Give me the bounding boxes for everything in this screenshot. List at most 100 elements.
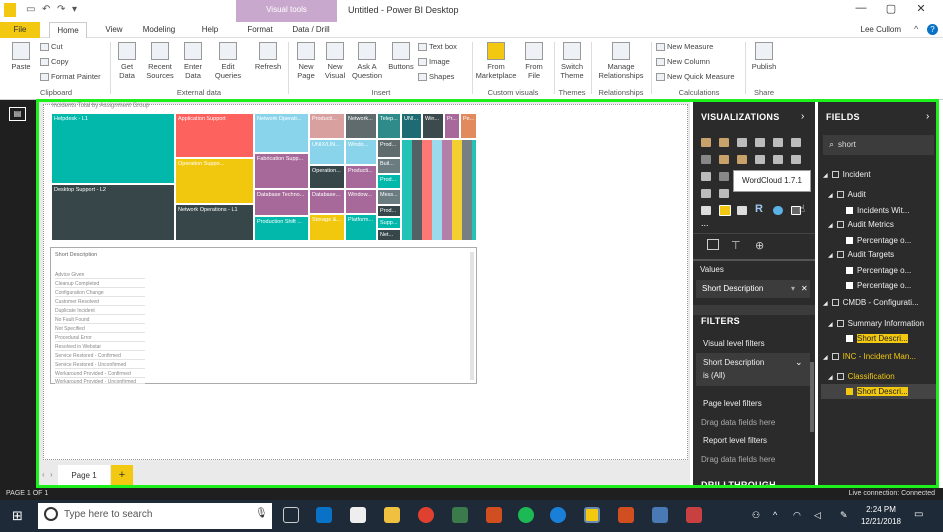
manage-relationships-button[interactable]: Manage Relationships (594, 42, 648, 80)
clock-time[interactable]: 2:24 PM (861, 505, 901, 514)
fields-search-input[interactable]: ⌕ short (823, 135, 934, 155)
r-script-icon[interactable]: R (755, 203, 763, 215)
prev-page-icon[interactable]: ‹ (42, 470, 45, 479)
treemap-cell[interactable]: Database... (309, 189, 345, 214)
treemap-cell[interactable]: Producti... (345, 165, 377, 189)
area-chart-icon[interactable] (719, 155, 729, 164)
from-marketplace-button[interactable]: From Marketplace (474, 42, 518, 80)
chevron-down-icon[interactable]: ▾ (791, 284, 795, 293)
slicer-item[interactable]: Advice Given (55, 272, 145, 279)
treemap-cell[interactable]: Pe... (460, 113, 477, 139)
cut-button[interactable]: Cut (40, 42, 63, 52)
field-table-row[interactable]: ◢ Incident (823, 170, 871, 179)
treemap-visual[interactable]: Helpdesk - L1 Application Support Networ… (51, 113, 477, 241)
skype-icon[interactable] (550, 507, 566, 523)
checkbox-icon[interactable] (846, 237, 853, 245)
treemap-cell[interactable]: Helpdesk - L1 (51, 113, 175, 184)
selected-visual-icon[interactable] (719, 205, 731, 216)
slicer-item[interactable]: Configuration Change (55, 290, 145, 297)
treemap-cell[interactable]: Mess... (377, 189, 401, 205)
new-column-button[interactable]: New Column (656, 57, 710, 67)
next-page-icon[interactable]: › (50, 470, 53, 479)
filter-card[interactable]: Short Description is (All) ⌄ (696, 353, 810, 386)
table-visual-icon[interactable] (701, 189, 711, 198)
field-table-row[interactable]: ◢ Summary Information (828, 319, 924, 328)
slicer-icon[interactable] (701, 206, 711, 215)
100-bar-icon[interactable] (773, 138, 783, 147)
edit-queries-button[interactable]: Edit Queries (210, 42, 246, 80)
tab-file[interactable]: File (0, 22, 40, 38)
undo-icon[interactable]: ↶ (42, 4, 50, 15)
slicer-item[interactable]: Service Restored - Unconfirmed (55, 362, 145, 369)
100-column-icon[interactable] (791, 138, 801, 147)
treemap-cell[interactable]: Windo... (345, 139, 377, 165)
add-page-button[interactable]: + (111, 465, 133, 486)
spotify-icon[interactable] (518, 507, 534, 523)
treemap-cell[interactable]: Operation Suppo... (175, 158, 254, 204)
treemap-cell[interactable]: Platform... (345, 214, 377, 241)
more-visuals-icon[interactable]: ... (701, 218, 709, 228)
collapse-visualizations-icon[interactable]: › (801, 111, 804, 122)
tab-modeling[interactable]: Modeling (136, 22, 182, 38)
pen-icon[interactable]: ✎ (840, 510, 848, 521)
fields-well-icon[interactable] (707, 239, 719, 250)
ask-question-button[interactable]: Ask A Question (350, 42, 384, 80)
pane-scrollbar[interactable] (810, 362, 814, 432)
close-button[interactable]: ✕ (906, 2, 936, 15)
refresh-button[interactable]: Refresh (252, 42, 284, 71)
drop-zone-page[interactable]: Drag data fields here (701, 418, 775, 427)
values-field-well[interactable]: Short Description ▾ ✕ (696, 280, 810, 298)
analytics-icon[interactable]: ⊕ (755, 239, 764, 252)
checkbox-icon[interactable] (846, 267, 853, 275)
tab-view[interactable]: View (96, 22, 132, 38)
field-row[interactable]: Short Descri... (846, 334, 908, 343)
field-table-row[interactable]: ◢ Audit Targets (828, 250, 894, 259)
line-column-icon[interactable] (755, 155, 765, 164)
stacked-column-icon[interactable] (719, 138, 729, 147)
file-explorer-icon[interactable] (384, 507, 400, 523)
field-table-row[interactable]: ◢ Audit Metrics (828, 220, 894, 229)
maximize-button[interactable]: ▢ (876, 2, 906, 15)
new-measure-button[interactable]: New Measure (656, 42, 713, 52)
slicer-item[interactable]: Duplicate Incident (55, 308, 145, 315)
taskbar-search-input[interactable]: Type here to search 🎙 (38, 503, 272, 529)
slicer-item[interactable]: Resolved in Webstar (55, 344, 145, 351)
help-icon[interactable]: ? (927, 24, 938, 35)
treemap-cell[interactable]: Pr... (444, 113, 460, 139)
line-chart-icon[interactable] (701, 155, 711, 164)
slicer-item[interactable]: Not Specified (55, 326, 145, 333)
treemap-cell[interactable]: Network Operati... (254, 113, 309, 153)
new-visual-button[interactable]: New Visual (322, 42, 348, 80)
windows-start-icon[interactable]: ⊞ (12, 508, 23, 524)
slicer-item[interactable]: Customer Resolved (55, 299, 145, 306)
field-row[interactable]: Incidents Wit... (846, 206, 909, 215)
treemap-cell[interactable]: Window... (345, 189, 377, 214)
treemap-cell[interactable]: Win... (422, 113, 444, 139)
treemap-cell[interactable]: Net... (377, 229, 401, 241)
recent-sources-button[interactable]: Recent Sources (143, 42, 177, 80)
treemap-cell[interactable]: Telep... (377, 113, 401, 139)
treemap-cell[interactable]: Operation... (309, 165, 345, 189)
slicer-scrollbar[interactable] (470, 252, 474, 380)
collapse-fields-icon[interactable]: › (926, 111, 929, 122)
format-paint-roller-icon[interactable]: ⊤ (731, 239, 741, 252)
text-box-button[interactable]: Text box (418, 42, 457, 52)
tab-help[interactable]: Help (192, 22, 228, 38)
page-tab[interactable]: Page 1 (58, 465, 110, 486)
stacked-bar-icon[interactable] (701, 138, 711, 147)
treemap-cell[interactable]: Database Techno... (254, 189, 309, 216)
get-data-button[interactable]: Get Data (113, 42, 141, 80)
treemap-cell[interactable]: Supp... (377, 217, 401, 229)
field-table-row[interactable]: ◢ Classification (828, 372, 895, 381)
copy-button[interactable]: Copy (40, 57, 69, 67)
shapes-button[interactable]: Shapes (418, 72, 454, 82)
volume-icon[interactable]: ◁ (814, 510, 821, 521)
slicer-item[interactable]: Service Restored - Confirmed (55, 353, 145, 360)
clustered-bar-icon[interactable] (737, 138, 747, 147)
power-bi-taskbar-icon[interactable] (584, 507, 600, 523)
globe-icon[interactable] (773, 206, 783, 215)
slicer-item[interactable]: Workaround Provided - Unconfirmed (55, 379, 145, 384)
checkbox-icon[interactable] (846, 335, 853, 343)
treemap-cell[interactable]: Prod... (377, 139, 401, 158)
treemap-cell[interactable]: Production Shift ... (254, 216, 309, 241)
